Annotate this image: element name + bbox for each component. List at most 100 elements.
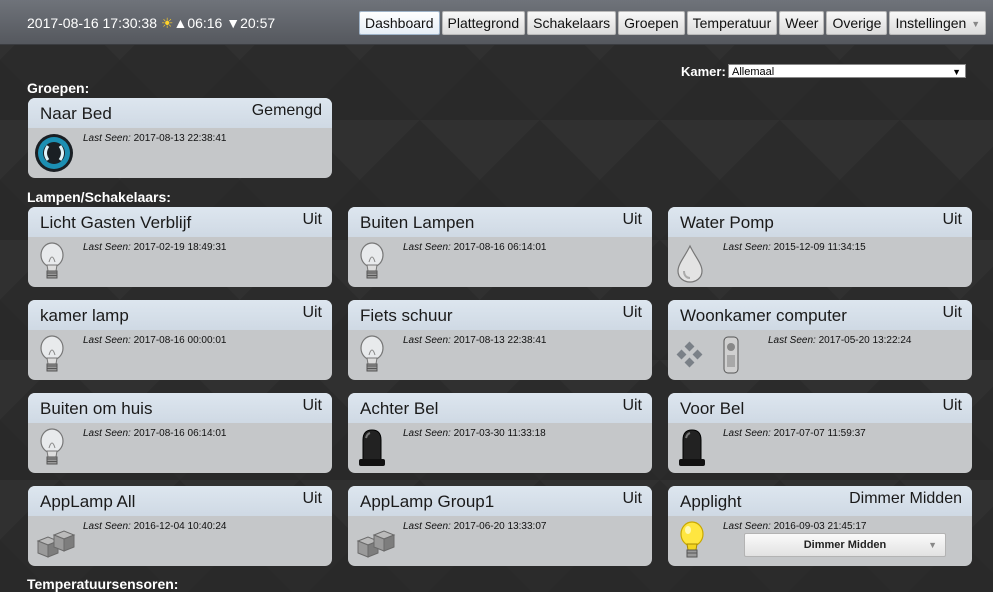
device-card: Naar Bed Gemengd Last Seen: 2017-08-13 22:… <box>28 98 332 178</box>
device-card: Woonkamer computer Uit Last Seen: 2017-05-… <box>668 300 972 380</box>
nav-label: Instellingen <box>895 15 967 31</box>
last-seen-label: Last Seen: <box>83 133 131 144</box>
card-header: Buiten om huis Uit <box>28 393 332 423</box>
chevron-down-icon: ▼ <box>971 19 981 30</box>
device-card: Licht Gasten Verblijf Uit Last Seen: 2017-… <box>28 207 332 287</box>
device-status[interactable]: Uit <box>942 304 962 322</box>
device-name: AppLamp Group1 <box>360 492 495 511</box>
last-seen-label: Last Seen: <box>83 335 131 346</box>
last-seen: Last Seen: 2017-08-16 06:14:01 <box>83 428 226 439</box>
last-seen: Last Seen: 2015-12-09 11:34:15 <box>723 242 866 253</box>
last-seen: Last Seen: 2017-07-07 11:59:37 <box>723 428 866 439</box>
bulb-icon[interactable] <box>354 333 398 377</box>
last-seen-value: 2017-07-07 11:59:37 <box>773 428 866 439</box>
card-header: Fiets schuur Uit <box>348 300 652 330</box>
device-status[interactable]: Uit <box>302 211 322 229</box>
device-card: Buiten om huis Uit Last Seen: 2017-08-16 0… <box>28 393 332 473</box>
last-seen-value: 2017-08-13 22:38:41 <box>133 133 227 144</box>
device-name: Fiets schuur <box>360 306 453 325</box>
card-header: Water Pomp Uit <box>668 207 972 237</box>
last-seen: Last Seen: 2016-12-04 10:40:24 <box>83 521 226 532</box>
main-nav: Dashboard Plattegrond Schakelaars Groepen Te… <box>359 11 988 35</box>
device-status[interactable]: Uit <box>622 211 642 229</box>
last-seen-value: 2017-08-16 00:00:01 <box>133 335 227 346</box>
device-status[interactable]: Uit <box>302 397 322 415</box>
device-status[interactable]: Uit <box>302 304 322 322</box>
last-seen-value: 2017-02-19 18:49:31 <box>133 242 227 253</box>
chevron-down-icon: ▼ <box>952 67 961 77</box>
device-name: Naar Bed <box>40 104 112 123</box>
siren-icon[interactable] <box>354 426 398 470</box>
last-seen-value: 2015-12-09 11:34:15 <box>773 242 866 253</box>
last-seen-value: 2017-08-13 22:38:41 <box>453 335 547 346</box>
bulb-icon[interactable] <box>34 333 78 377</box>
bulb-icon[interactable] <box>34 240 78 284</box>
device-name: Voor Bel <box>680 399 745 418</box>
card-header: Buiten Lampen Uit <box>348 207 652 237</box>
device-card: Achter Bel Uit Last Seen: 2017-03-30 11:33… <box>348 393 652 473</box>
device-status[interactable]: Gemengd <box>252 102 322 120</box>
device-status[interactable]: Uit <box>942 211 962 229</box>
last-seen-label: Last Seen: <box>403 521 451 532</box>
device-status[interactable]: Dimmer Midden <box>849 490 962 508</box>
sunset-icon: ▼ <box>226 15 241 31</box>
nav-plattegrond-button[interactable]: Plattegrond <box>441 11 526 35</box>
cubes-icon[interactable] <box>34 519 78 563</box>
nav-instellingen-button[interactable]: Instellingen ▼ <box>889 11 987 35</box>
datetime: 2017-08-16 17:30:38 <box>27 15 157 31</box>
last-seen-value: 2016-09-03 21:45:17 <box>773 521 867 532</box>
last-seen: Last Seen: 2017-02-19 18:49:31 <box>83 242 226 253</box>
last-seen-label: Last Seen: <box>768 335 816 346</box>
nav-schakelaars-button[interactable]: Schakelaars <box>527 11 617 35</box>
cubes-icon[interactable] <box>354 519 398 563</box>
room-label: Kamer: <box>681 64 726 79</box>
last-seen-label: Last Seen: <box>403 428 451 439</box>
bulb-icon[interactable] <box>354 240 398 284</box>
chevron-down-icon: ▼ <box>928 540 937 550</box>
last-seen-label: Last Seen: <box>723 428 771 439</box>
top-bar: 2017-08-16 17:30:38 ☀▲06:16 ▼20:57 Dashb… <box>0 0 993 45</box>
bulb-icon[interactable] <box>34 426 78 470</box>
device-status[interactable]: Uit <box>622 304 642 322</box>
kodi-remote-icon[interactable] <box>674 333 754 377</box>
nav-label: Schakelaars <box>533 15 611 31</box>
device-name: Licht Gasten Verblijf <box>40 213 192 232</box>
device-status[interactable]: Uit <box>622 490 642 508</box>
device-card: Voor Bel Uit Last Seen: 2017-07-07 11:59:3… <box>668 393 972 473</box>
group-icon[interactable] <box>34 131 78 175</box>
nav-overige-button[interactable]: Overige <box>826 11 888 35</box>
last-seen: Last Seen: 2017-08-13 22:38:41 <box>83 133 226 144</box>
nav-label: Weer <box>785 15 819 31</box>
nav-groepen-button[interactable]: Groepen <box>618 11 685 35</box>
device-status[interactable]: Uit <box>622 397 642 415</box>
card-header: AppLamp All Uit <box>28 486 332 516</box>
dimmer-select[interactable]: Dimmer Midden ▼ <box>744 533 946 557</box>
last-seen-label: Last Seen: <box>83 242 131 253</box>
last-seen: Last Seen: 2017-08-16 06:14:01 <box>403 242 546 253</box>
device-name: Buiten Lampen <box>360 213 475 232</box>
last-seen-value: 2017-03-30 11:33:18 <box>453 428 546 439</box>
nav-temperatuur-button[interactable]: Temperatuur <box>686 11 778 35</box>
last-seen-label: Last Seen: <box>83 428 131 439</box>
nav-dashboard-button[interactable]: Dashboard <box>359 11 440 35</box>
siren-icon[interactable] <box>674 426 718 470</box>
dimmer-select-value: Dimmer Midden <box>803 539 887 551</box>
sunset-time: 20:57 <box>240 15 276 31</box>
last-seen: Last Seen: 2017-05-20 13:22:24 <box>768 335 911 346</box>
device-name: Applight <box>680 492 742 511</box>
section-groups: Groepen: <box>27 80 90 96</box>
device-status[interactable]: Uit <box>942 397 962 415</box>
device-name: kamer lamp <box>40 306 129 325</box>
device-status[interactable]: Uit <box>302 490 322 508</box>
last-seen-label: Last Seen: <box>83 521 131 532</box>
room-select[interactable]: Allemaal ▼ <box>728 64 966 78</box>
nav-weer-button[interactable]: Weer <box>779 11 825 35</box>
device-name: Buiten om huis <box>40 399 153 418</box>
last-seen-value: 2017-05-20 13:22:24 <box>818 335 912 346</box>
water-drop-icon[interactable] <box>674 240 718 284</box>
section-temperature: Temperatuursensoren: <box>27 576 179 592</box>
bulb-on-icon[interactable] <box>674 519 718 563</box>
last-seen: Last Seen: 2017-06-20 13:33:07 <box>403 521 546 532</box>
device-card: Water Pomp Uit Last Seen: 2015-12-09 11:34… <box>668 207 972 287</box>
card-header: Voor Bel Uit <box>668 393 972 423</box>
